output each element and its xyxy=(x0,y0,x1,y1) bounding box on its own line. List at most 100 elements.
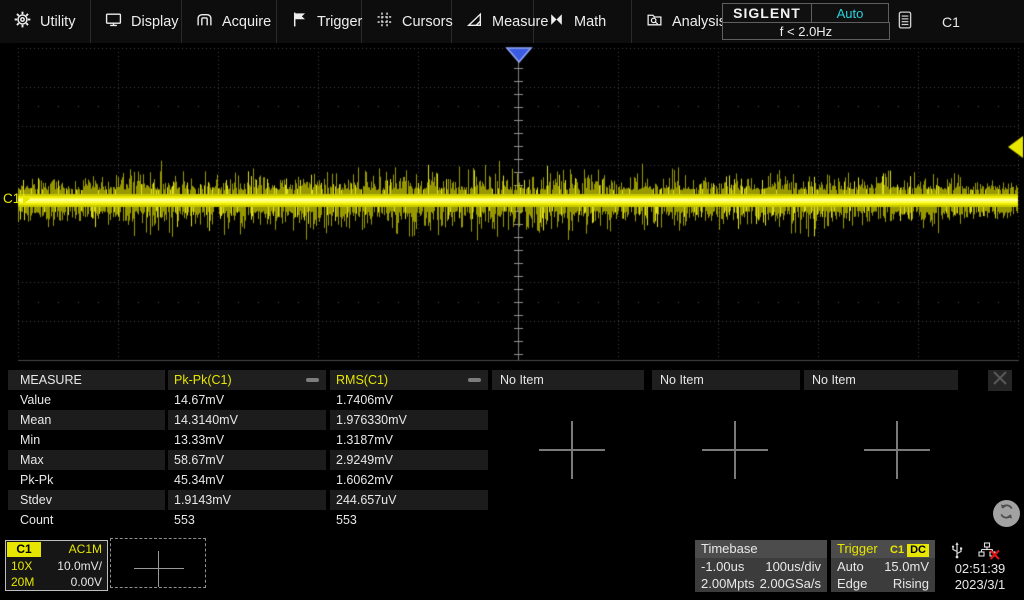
measure-value: 14.67mV xyxy=(168,390,326,410)
measure-reset-statistics-button[interactable] xyxy=(993,500,1020,527)
bowtie-icon xyxy=(548,11,565,32)
channel-position-marker[interactable]: C1 xyxy=(3,191,30,206)
measure-row-label: Min xyxy=(8,430,165,450)
bandwidth-limit: 20M xyxy=(11,574,34,590)
remove-measure-icon[interactable] xyxy=(468,378,481,382)
monitor-icon xyxy=(105,11,122,32)
timebase-title: Timebase xyxy=(701,540,758,558)
clock-time: 02:51:39 xyxy=(936,561,1024,576)
menu-display[interactable]: Display xyxy=(91,0,182,43)
timebase-scale: 100us/div xyxy=(765,558,821,575)
measure-row-label: Value xyxy=(8,390,165,410)
acquire-arch-icon xyxy=(196,11,213,32)
measure-value: 553 xyxy=(330,510,488,530)
trigger-mode: Auto xyxy=(837,558,864,575)
measure-column-header-rms[interactable]: RMS(C1) xyxy=(330,370,488,390)
set-square-icon xyxy=(466,11,483,32)
menu-analysis[interactable]: Analysis xyxy=(632,0,720,43)
measure-value: 2.9249mV xyxy=(330,450,488,470)
bottom-status-bar: C1 AC1M 10X 10.0mV/ 20M 0.00V Timebase -… xyxy=(0,535,1024,600)
vertical-scale: 10.0mV/ xyxy=(57,558,102,574)
menu-analysis-label: Analysis xyxy=(672,14,726,30)
vertical-offset: 0.00V xyxy=(71,574,102,590)
folder-magnifier-icon xyxy=(646,11,663,32)
trigger-box[interactable]: Trigger C1DC Auto 15.0mV Edge Rising xyxy=(831,540,935,592)
measure-row-label: Mean xyxy=(8,410,165,430)
menu-utility-label: Utility xyxy=(40,14,75,30)
channel-marker-arrow-icon xyxy=(23,194,30,204)
timebase-box[interactable]: Timebase -1.00us 100us/div 2.00Mpts 2.00… xyxy=(695,540,827,592)
measure-column-header-pkpk[interactable]: Pk-Pk(C1) xyxy=(168,370,326,390)
waveform-canvas[interactable] xyxy=(0,44,1024,362)
measure-value: 553 xyxy=(168,510,326,530)
trigger-source: C1 xyxy=(890,544,904,556)
clock-area: 02:51:39 2023/3/1 xyxy=(936,535,1024,600)
status-cluster: SIGLENT Auto f < 2.0Hz xyxy=(722,3,890,40)
measure-value: 1.7406mV xyxy=(330,390,488,410)
top-menu-bar: Utility Display Acquire Trigger Cursors xyxy=(0,0,1024,43)
measure-row-label: Stdev xyxy=(8,490,165,510)
trigger-frequency-readout: f < 2.0Hz xyxy=(722,22,890,40)
measure-value: 1.9143mV xyxy=(168,490,326,510)
measure-value: 14.3140mV xyxy=(168,410,326,430)
channel-descriptor-box[interactable]: C1 AC1M 10X 10.0mV/ 20M 0.00V xyxy=(5,540,108,591)
flag-icon xyxy=(291,11,308,32)
channel-tab[interactable]: C1 xyxy=(7,542,41,557)
add-measure-plus-icon[interactable] xyxy=(702,421,768,479)
measure-value: 45.34mV xyxy=(168,470,326,490)
trigger-level: 15.0mV xyxy=(884,558,929,575)
measure-panel-title: MEASURE xyxy=(8,370,165,390)
add-channel-box[interactable] xyxy=(110,538,206,588)
measure-row-label: Max xyxy=(8,450,165,470)
measure-value: 244.657uV xyxy=(330,490,488,510)
menu-acquire-label: Acquire xyxy=(222,14,271,30)
close-icon xyxy=(991,370,1009,391)
usb-icon[interactable] xyxy=(950,542,964,562)
add-measure-plus-icon[interactable] xyxy=(864,421,930,479)
remove-measure-icon[interactable] xyxy=(306,378,319,382)
measure-column-header-empty-3[interactable]: No Item xyxy=(804,370,958,390)
clock-date: 2023/3/1 xyxy=(936,577,1024,592)
refresh-icon xyxy=(997,502,1016,526)
menu-measure[interactable]: Measure xyxy=(452,0,534,43)
measure-column-label: RMS(C1) xyxy=(336,373,388,387)
plus-icon xyxy=(134,568,184,569)
waveform-display-area[interactable]: C1 xyxy=(0,44,1024,362)
menu-display-label: Display xyxy=(131,14,179,30)
trigger-coupling-badge: DC xyxy=(907,544,929,557)
add-measure-plus-icon[interactable] xyxy=(539,421,605,479)
measure-row-label: Count xyxy=(8,510,165,530)
menu-utility[interactable]: Utility xyxy=(0,0,91,43)
measure-panel: MEASURE Pk-Pk(C1) RMS(C1) No Item No Ite… xyxy=(0,370,1024,535)
lan-disconnected-icon[interactable] xyxy=(978,542,1000,563)
active-channel-label: C1 xyxy=(942,14,960,30)
menu-math[interactable]: Math xyxy=(534,0,632,43)
measure-value: 58.67mV xyxy=(168,450,326,470)
measure-value: 1.6062mV xyxy=(330,470,488,490)
menu-trigger[interactable]: Trigger xyxy=(277,0,362,43)
probe-attenuation: 10X xyxy=(11,558,32,574)
menu-trigger-label: Trigger xyxy=(317,14,362,30)
timebase-sample-rate: 2.00GSa/s xyxy=(760,575,821,592)
measure-column-header-empty-2[interactable]: No Item xyxy=(652,370,800,390)
channel-marker-label: C1 xyxy=(3,191,20,206)
active-channel-indicator[interactable]: C1 xyxy=(893,0,960,43)
menu-cursors[interactable]: Cursors xyxy=(362,0,452,43)
cursor-grid-icon xyxy=(376,11,393,32)
channel-list-icon xyxy=(898,11,912,32)
measure-row-label: Pk-Pk xyxy=(8,470,165,490)
menu-cursors-label: Cursors xyxy=(402,14,453,30)
menu-math-label: Math xyxy=(574,14,606,30)
measure-value: 13.33mV xyxy=(168,430,326,450)
channel-coupling: AC1M xyxy=(69,541,107,558)
plus-icon xyxy=(158,551,159,587)
trigger-title: Trigger xyxy=(837,540,878,558)
menu-acquire[interactable]: Acquire xyxy=(182,0,277,43)
measure-value: 1.3187mV xyxy=(330,430,488,450)
measure-column-header-empty-1[interactable]: No Item xyxy=(492,370,644,390)
oscilloscope-screen: Utility Display Acquire Trigger Cursors xyxy=(0,0,1024,600)
timebase-memory-depth: 2.00Mpts xyxy=(701,575,754,592)
measure-value: 1.976330mV xyxy=(330,410,488,430)
close-measure-panel-button[interactable] xyxy=(988,370,1012,391)
timebase-delay: -1.00us xyxy=(701,558,744,575)
